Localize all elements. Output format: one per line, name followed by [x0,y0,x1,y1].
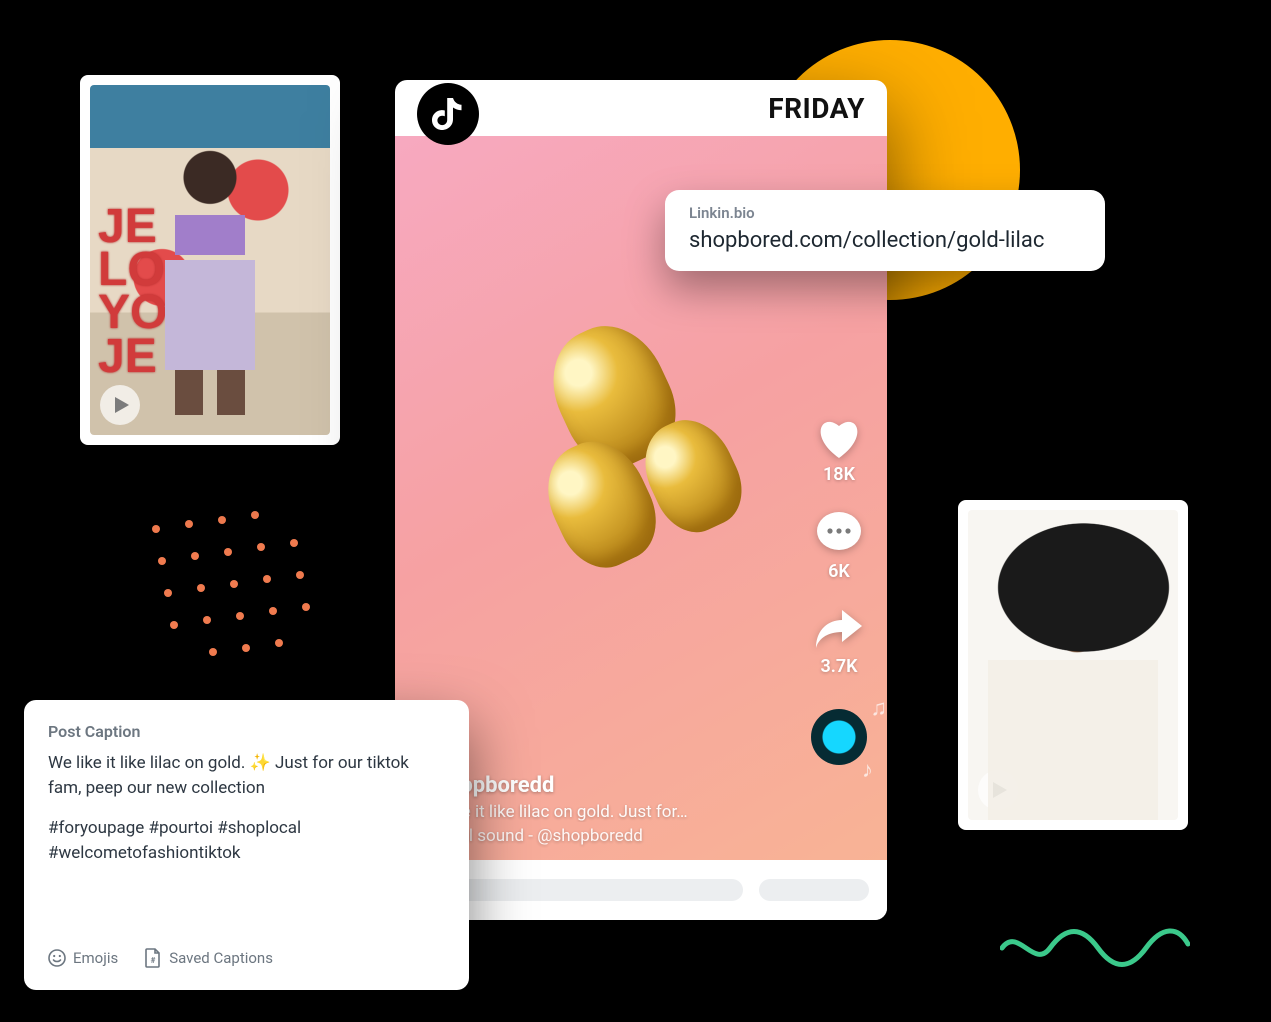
tiktok-header: FRIDAY [395,80,887,136]
tiktok-logo-icon [417,83,479,145]
comment-count: 6K [828,561,850,582]
product-charm-image [461,287,788,624]
scheduled-day-label: FRIDAY [768,92,865,125]
linkinbio-panel: Linkin.bio shopbored.com/collection/gold… [665,190,1105,271]
caption-textarea[interactable]: We like it like lilac on gold. ✨ Just fo… [48,751,445,940]
sound-disc-icon[interactable]: ♫ ♪ [811,709,867,765]
smile-icon [48,949,66,967]
music-note-icon: ♫ [871,695,888,721]
tiktok-meta: @shopboredd We like it like lilac on gol… [417,773,767,846]
caption-composer-panel: Post Caption We like it like lilac on go… [24,700,469,990]
emojis-label: Emojis [73,949,118,967]
saved-captions-label: Saved Captions [169,949,273,967]
play-icon[interactable] [100,385,140,425]
account-handle[interactable]: @shopboredd [417,773,767,798]
saved-captions-button[interactable]: # Saved Captions [144,948,273,968]
emojis-button[interactable]: Emojis [48,949,118,967]
caption-text: We like it like lilac on gold. ✨ Just fo… [48,751,445,800]
svg-text:#: # [151,956,156,965]
media-thumbnail: JE LO YO JE [90,85,330,435]
share-button[interactable]: 3.7K [814,608,864,677]
document-hash-icon: # [144,948,162,968]
share-count: 3.7K [820,656,857,677]
media-card-left[interactable]: JE LO YO JE [80,75,340,445]
decor-squiggle [1000,920,1190,970]
linkinbio-label: Linkin.bio [689,204,1081,222]
composer-title: Post Caption [48,722,445,741]
linkinbio-url-input[interactable]: shopbored.com/collection/gold-lilac [689,228,1081,253]
sound-name[interactable]: original sound - @shopboredd [417,826,767,846]
tiktok-action-column: 18K 6K 3.7K ♫ ♪ [811,416,867,765]
footer-placeholder [759,879,869,901]
media-card-right[interactable] [958,500,1188,830]
media-thumbnail [968,510,1178,820]
comment-button[interactable]: 6K [816,511,862,582]
background-text: JE LO YO JE [98,205,167,378]
like-count: 18K [823,464,855,485]
video-caption-truncated: We like it like lilac on gold. Just for… [417,802,767,822]
composer-toolbar: Emojis # Saved Captions [48,940,445,968]
like-button[interactable]: 18K [816,416,862,485]
caption-hashtags: #foryoupage #pourtoi #shoplocal #welcome… [48,816,445,865]
music-note-icon: ♪ [862,757,873,783]
play-icon[interactable] [978,770,1018,810]
